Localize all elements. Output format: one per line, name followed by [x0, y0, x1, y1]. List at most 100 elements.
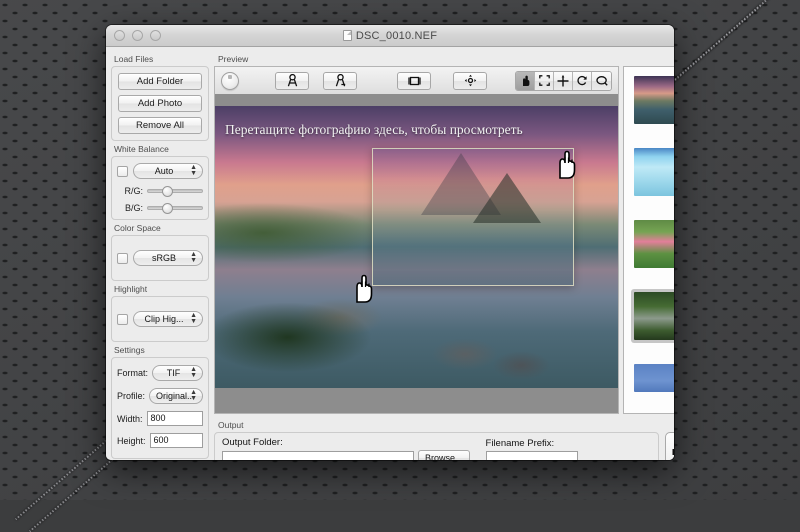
highlight-value: Clip Hig...: [144, 314, 183, 324]
preview-canvas[interactable]: Перетащите фотографию здесь, чтобы просм…: [214, 94, 619, 414]
thumbnail-lotus-flowers[interactable]: [631, 217, 674, 271]
format-select[interactable]: TIF ▲▼: [152, 365, 203, 381]
thumbnail-strip[interactable]: [623, 66, 674, 414]
white-balance-checkbox[interactable]: [117, 166, 128, 177]
close-button[interactable]: [114, 30, 125, 41]
fit-screen-tool[interactable]: [535, 72, 554, 90]
settings-group: Format: TIF ▲▼ Profile: Original... ▲▼ W…: [111, 357, 209, 459]
loupe-tool[interactable]: [592, 72, 611, 90]
rg-slider-label: R/G:: [117, 186, 143, 196]
chevron-updown-icon: ▲▼: [190, 165, 197, 177]
width-label: Width:: [117, 414, 143, 424]
color-space-checkbox[interactable]: [117, 253, 128, 264]
zipper-decoration: [29, 452, 121, 532]
person-remove-icon: [335, 74, 346, 87]
white-balance-group: Auto ▲▼ R/G: B/G:: [111, 156, 209, 220]
title-wrapper: DSC_0010.NEF: [106, 30, 674, 42]
align-icon: [464, 74, 477, 87]
export-image-button[interactable]: [665, 432, 674, 460]
filename-prefix-field: Filename Prefix:: [486, 438, 578, 460]
zoom-dial[interactable]: [221, 72, 239, 90]
output-label: Output: [218, 420, 659, 430]
rg-slider[interactable]: [147, 189, 203, 193]
remove-person-button[interactable]: [323, 72, 357, 90]
height-input[interactable]: 600: [150, 433, 203, 448]
bg-slider-label: B/G:: [117, 203, 143, 213]
bg-slider-row: B/G:: [117, 203, 203, 213]
rg-slider-knob[interactable]: [162, 186, 173, 197]
height-row: Height: 600: [117, 433, 203, 448]
thumbnail-mountain-sunset[interactable]: [631, 73, 674, 127]
browse-button[interactable]: Browse...: [418, 450, 470, 460]
width-row: Width: 800: [117, 411, 203, 426]
chevron-updown-icon: ▲▼: [190, 390, 197, 402]
view-tools-segmented-control[interactable]: [515, 71, 612, 91]
output-group: Output Folder: Browse... Filename Prefix…: [214, 432, 659, 460]
rotate-icon: [577, 75, 588, 86]
crop-icon: [408, 75, 421, 87]
thumbnail-image: [634, 148, 674, 196]
profile-row: Profile: Original... ▲▼: [117, 388, 203, 404]
drop-hint-text: Перетащите фотографию здесь, чтобы просм…: [225, 122, 523, 138]
thumbnail-image: [634, 292, 674, 340]
highlight-select[interactable]: Clip Hig... ▲▼: [133, 311, 203, 327]
profile-select[interactable]: Original... ▲▼: [149, 388, 203, 404]
window-controls[interactable]: [114, 30, 161, 41]
bg-slider-knob[interactable]: [162, 203, 173, 214]
height-label: Height:: [117, 436, 146, 446]
thumbnail-heron-nest[interactable]: [631, 289, 674, 343]
rotate-tool[interactable]: [573, 72, 592, 90]
highlight-checkbox[interactable]: [117, 314, 128, 325]
thumbnail-image: [634, 76, 674, 124]
color-space-value: sRGB: [152, 253, 176, 263]
preview-column: Перетащите фотографию здесь, чтобы просм…: [214, 66, 619, 414]
crop-button[interactable]: [397, 72, 431, 90]
chevron-updown-icon: ▲▼: [190, 367, 197, 379]
minimize-button[interactable]: [132, 30, 143, 41]
move-tool[interactable]: [554, 72, 573, 90]
color-space-group: sRGB ▲▼: [111, 235, 209, 281]
fullscreen-icon: [539, 75, 550, 86]
output-folder-input[interactable]: [222, 451, 414, 461]
output-folder-label: Output Folder:: [222, 437, 470, 448]
add-folder-button[interactable]: Add Folder: [118, 73, 202, 90]
thumbnail-blue-partial[interactable]: [631, 361, 674, 395]
titlebar[interactable]: DSC_0010.NEF: [106, 25, 674, 47]
color-space-select[interactable]: sRGB ▲▼: [133, 250, 203, 266]
add-photo-button[interactable]: Add Photo: [118, 95, 202, 112]
format-label: Format:: [117, 368, 148, 378]
thumbnail-image: [634, 364, 674, 392]
chevron-updown-icon: ▲▼: [190, 252, 197, 264]
output-column: Output Output Folder: Browse... Filename…: [214, 418, 659, 460]
highlight-row: Clip Hig... ▲▼: [117, 311, 203, 327]
align-button[interactable]: [453, 72, 487, 90]
hand-tool[interactable]: [516, 72, 535, 90]
format-value: TIF: [167, 368, 181, 378]
zipper-decoration: [15, 440, 107, 520]
output-area: Output Output Folder: Browse... Filename…: [214, 414, 674, 460]
highlight-label: Highlight: [114, 284, 209, 294]
width-input[interactable]: 800: [147, 411, 203, 426]
window-body: Load Files Add Folder Add Photo Remove A…: [106, 47, 674, 460]
settings-label: Settings: [114, 345, 209, 355]
thumbnail-image: [634, 220, 674, 268]
bg-slider[interactable]: [147, 206, 203, 210]
rg-slider-row: R/G:: [117, 186, 203, 196]
filename-prefix-label: Filename Prefix:: [486, 438, 578, 449]
white-balance-row: Auto ▲▼: [117, 163, 203, 179]
thumbnail-underwater[interactable]: [631, 145, 674, 199]
filename-prefix-input[interactable]: [486, 451, 578, 460]
color-space-row: sRGB ▲▼: [117, 250, 203, 266]
load-files-group: Add Folder Add Photo Remove All: [111, 66, 209, 141]
move-icon: [557, 75, 569, 87]
window-title: DSC_0010.NEF: [356, 30, 437, 42]
remove-all-button[interactable]: Remove All: [118, 117, 202, 134]
person-add-icon: [287, 74, 298, 87]
color-space-label: Color Space: [114, 223, 209, 233]
white-balance-label: White Balance: [114, 144, 209, 154]
zipper-decoration: [660, 0, 775, 93]
format-row: Format: TIF ▲▼: [117, 365, 203, 381]
add-person-button[interactable]: [275, 72, 309, 90]
white-balance-mode-select[interactable]: Auto ▲▼: [133, 163, 203, 179]
zoom-button[interactable]: [150, 30, 161, 41]
